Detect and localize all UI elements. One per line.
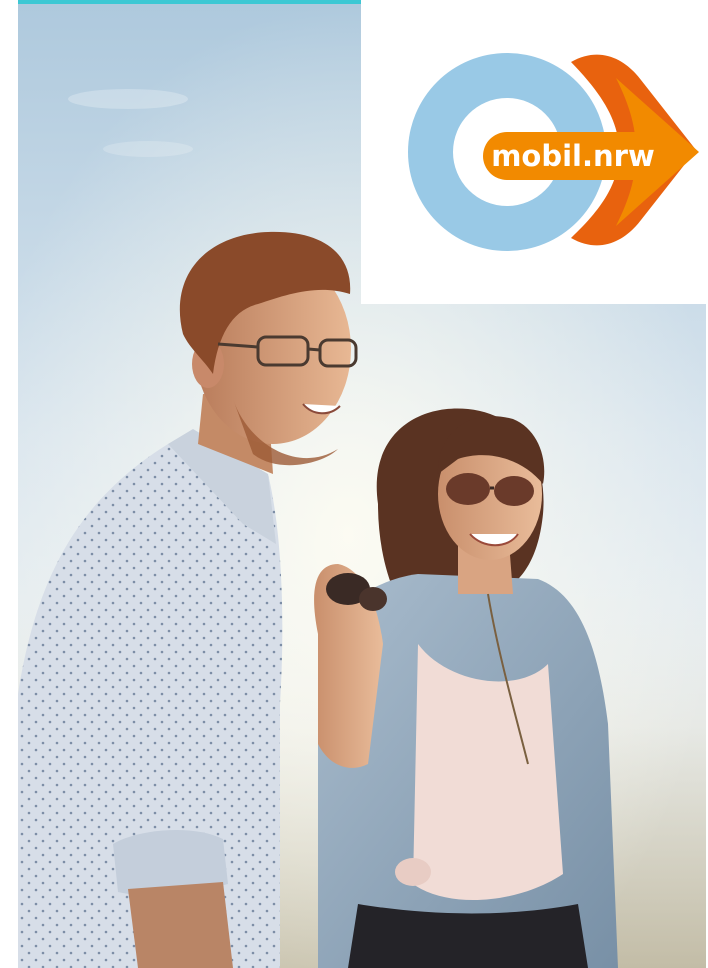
mobil-nrw-logo-icon: mobil.nrw bbox=[408, 53, 699, 251]
logo-panel: mobil.nrw bbox=[361, 0, 708, 304]
logo-wordmark: mobil.nrw bbox=[491, 139, 655, 173]
top-accent-line bbox=[18, 0, 361, 4]
page-root: mobil.nrw bbox=[0, 0, 708, 968]
